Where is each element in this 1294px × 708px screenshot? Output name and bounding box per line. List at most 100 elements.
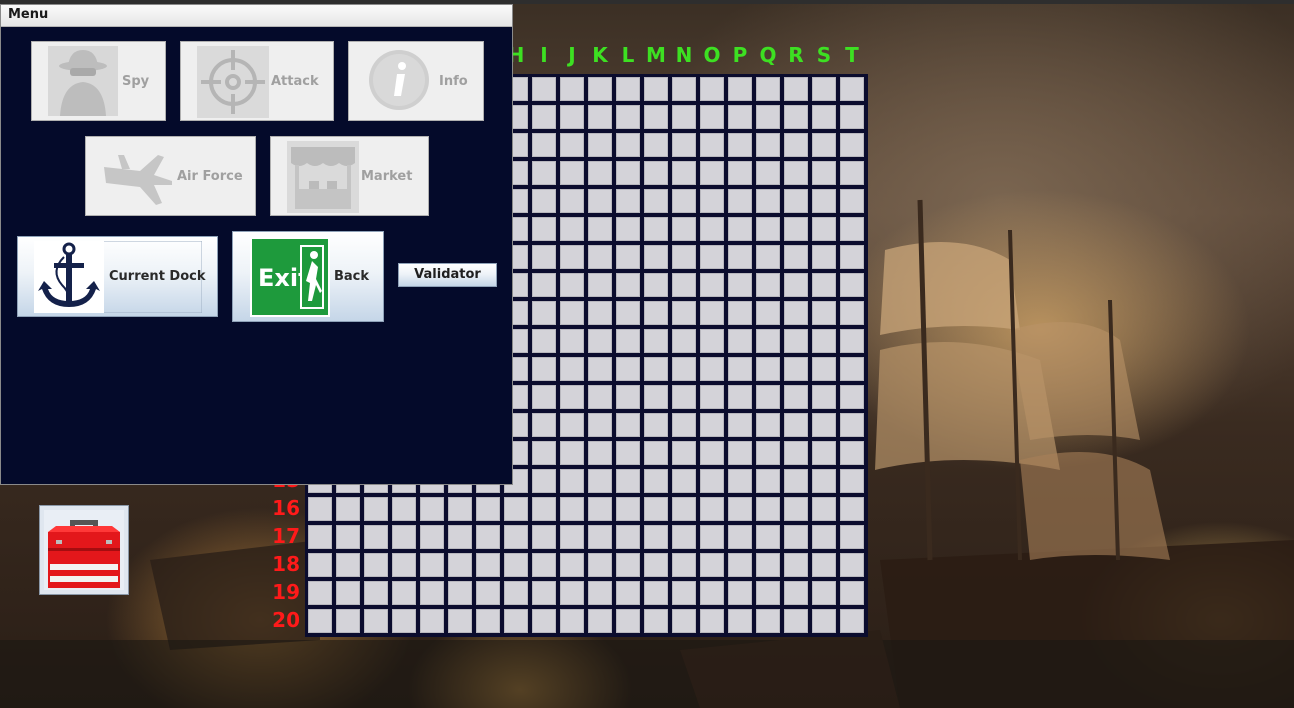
board-cell[interactable] [700,329,724,353]
board-cell[interactable] [644,105,668,129]
board-cell[interactable] [448,497,472,521]
board-cell[interactable] [812,525,836,549]
board-cell[interactable] [364,581,388,605]
board-cell[interactable] [392,553,416,577]
board-cell[interactable] [812,301,836,325]
board-cell[interactable] [532,133,556,157]
board-cell[interactable] [700,441,724,465]
board-cell[interactable] [644,301,668,325]
board-cell[interactable] [560,553,584,577]
board-cell[interactable] [588,245,612,269]
board-cell[interactable] [756,609,780,633]
board-cell[interactable] [812,357,836,381]
board-cell[interactable] [532,553,556,577]
board-cell[interactable] [532,469,556,493]
attack-button[interactable]: Attack [180,41,334,121]
board-cell[interactable] [560,133,584,157]
board-cell[interactable] [672,189,696,213]
board-cell[interactable] [504,525,528,549]
board-cell[interactable] [672,441,696,465]
board-cell[interactable] [644,469,668,493]
board-cell[interactable] [812,413,836,437]
market-button[interactable]: Market [270,136,429,216]
board-cell[interactable] [756,553,780,577]
back-button[interactable]: Exit Back [232,231,384,322]
board-cell[interactable] [504,609,528,633]
board-cell[interactable] [364,609,388,633]
board-cell[interactable] [532,357,556,381]
board-cell[interactable] [840,133,864,157]
board-cell[interactable] [756,357,780,381]
board-cell[interactable] [392,581,416,605]
board-cell[interactable] [812,609,836,633]
board-cell[interactable] [784,469,808,493]
board-cell[interactable] [616,161,640,185]
board-cell[interactable] [560,273,584,297]
board-cell[interactable] [840,357,864,381]
board-cell[interactable] [840,525,864,549]
board-cell[interactable] [560,581,584,605]
board-cell[interactable] [504,497,528,521]
board-cell[interactable] [700,301,724,325]
board-cell[interactable] [812,217,836,241]
board-cell[interactable] [672,245,696,269]
board-cell[interactable] [840,581,864,605]
board-cell[interactable] [840,497,864,521]
board-cell[interactable] [588,609,612,633]
board-cell[interactable] [560,357,584,381]
board-cell[interactable] [532,413,556,437]
board-cell[interactable] [448,525,472,549]
board-cell[interactable] [644,441,668,465]
board-cell[interactable] [644,609,668,633]
board-cell[interactable] [784,441,808,465]
board-cell[interactable] [532,77,556,101]
board-cell[interactable] [532,525,556,549]
board-cell[interactable] [644,525,668,549]
board-cell[interactable] [756,161,780,185]
board-cell[interactable] [700,217,724,241]
board-cell[interactable] [812,77,836,101]
board-cell[interactable] [840,105,864,129]
board-cell[interactable] [728,581,752,605]
board-cell[interactable] [364,553,388,577]
board-cell[interactable] [812,161,836,185]
board-cell[interactable] [840,441,864,465]
board-cell[interactable] [784,553,808,577]
board-cell[interactable] [308,609,332,633]
board-cell[interactable] [840,217,864,241]
board-cell[interactable] [672,217,696,241]
board-cell[interactable] [588,441,612,465]
board-cell[interactable] [672,497,696,521]
board-cell[interactable] [700,385,724,409]
board-cell[interactable] [644,189,668,213]
board-cell[interactable] [784,133,808,157]
board-cell[interactable] [392,525,416,549]
board-cell[interactable] [616,133,640,157]
board-cell[interactable] [336,553,360,577]
board-cell[interactable] [840,77,864,101]
board-cell[interactable] [560,413,584,437]
board-cell[interactable] [784,161,808,185]
board-cell[interactable] [616,77,640,101]
board-cell[interactable] [420,581,444,605]
board-cell[interactable] [756,581,780,605]
board-cell[interactable] [840,245,864,269]
board-cell[interactable] [700,273,724,297]
board-cell[interactable] [672,609,696,633]
board-cell[interactable] [784,329,808,353]
board-cell[interactable] [588,77,612,101]
board-cell[interactable] [700,581,724,605]
board-cell[interactable] [532,245,556,269]
board-cell[interactable] [476,609,500,633]
board-cell[interactable] [700,245,724,269]
board-cell[interactable] [700,553,724,577]
board-cell[interactable] [756,525,780,549]
board-cell[interactable] [588,273,612,297]
board-cell[interactable] [756,497,780,521]
board-cell[interactable] [616,273,640,297]
board-cell[interactable] [532,329,556,353]
board-cell[interactable] [840,413,864,437]
board-cell[interactable] [588,301,612,325]
board-cell[interactable] [756,77,780,101]
board-cell[interactable] [560,329,584,353]
